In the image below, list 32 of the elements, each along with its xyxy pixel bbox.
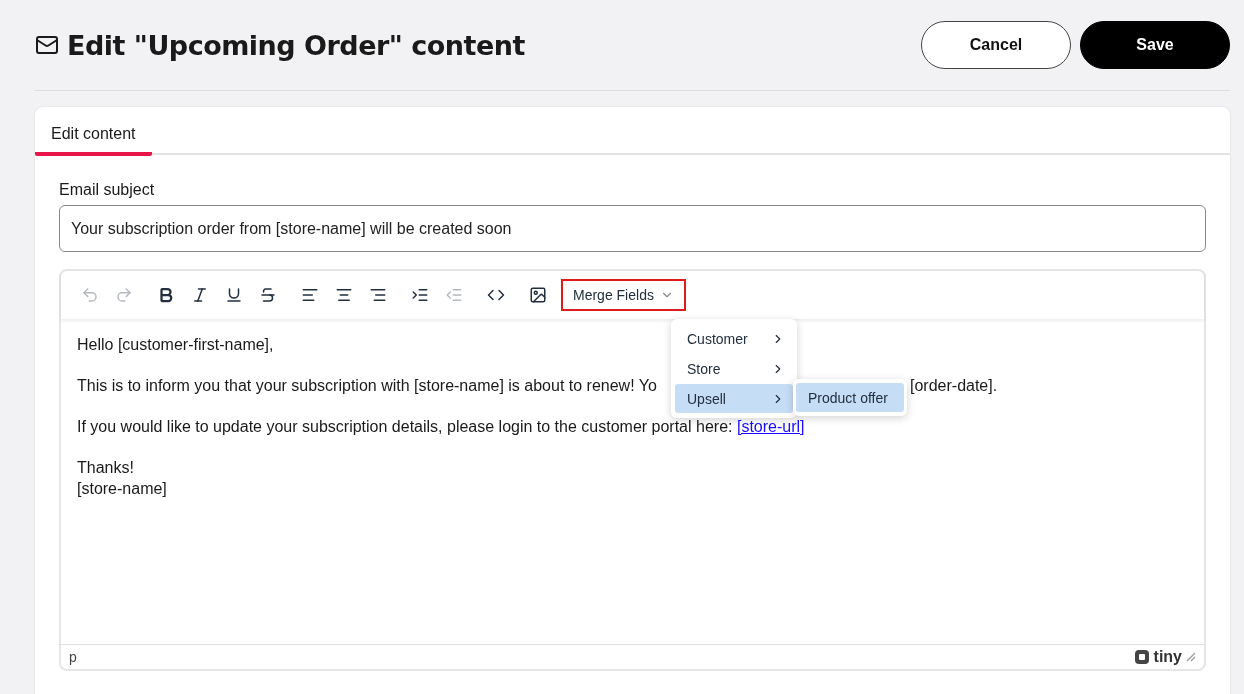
align-right-icon[interactable] <box>369 286 387 304</box>
menu-item[interactable]: Upsell <box>675 384 793 413</box>
paragraph: Hello [customer-first-name], <box>77 335 274 354</box>
brand-name: tiny <box>1153 648 1182 666</box>
page-title: Edit "Upcoming Order" content <box>67 29 525 61</box>
align-center-icon[interactable] <box>335 286 353 304</box>
element-path: p <box>69 649 77 665</box>
menu-item[interactable]: Product offer <box>796 383 904 412</box>
image-icon[interactable] <box>529 286 547 304</box>
field-label: Email subject <box>59 181 156 199</box>
align-left-icon[interactable] <box>301 286 319 304</box>
paragraph-line: [store-name] <box>77 479 167 498</box>
bold-icon[interactable] <box>157 286 175 304</box>
mail-icon <box>35 33 59 57</box>
store-url-link[interactable]: [store-url] <box>736 418 805 435</box>
subject-field[interactable]: Your subscription order from [store-name] will be created soon <box>59 205 1206 252</box>
cancel-button[interactable]: Cancel <box>921 21 1071 69</box>
tab[interactable]: Edit content <box>35 107 152 156</box>
italic-icon[interactable] <box>191 286 209 304</box>
indent-icon[interactable] <box>411 286 429 304</box>
save-button[interactable]: Save <box>1080 21 1230 69</box>
brand-logo-icon <box>1133 649 1150 665</box>
paragraph-text: [order-date]. <box>910 376 998 395</box>
strikethrough-icon[interactable] <box>259 286 277 304</box>
paragraph: If you would like to update your subscription details, please login to the customer portal here: [store-url] <box>77 417 805 436</box>
merge-fields-dropdown[interactable]: Merge Fields <box>561 279 686 311</box>
menu-item[interactable]: Store <box>675 354 793 383</box>
underline-icon[interactable] <box>225 286 243 304</box>
paragraph-text: This is to inform you that your subscription with [store-name] is about to renew! Yo <box>77 376 657 395</box>
resize-handle-icon[interactable] <box>1186 652 1196 662</box>
paragraph-line: Thanks! <box>77 458 134 477</box>
menu-item[interactable]: Customer <box>675 324 793 353</box>
